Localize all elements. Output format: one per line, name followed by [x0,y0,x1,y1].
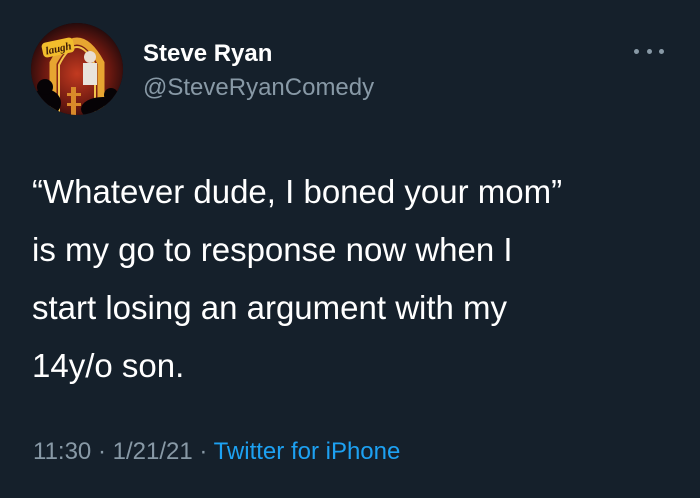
tweet-line: 14y/o son. [32,347,185,384]
author-handle[interactable]: @SteveRyanComedy [143,74,374,102]
meta-separator: · [192,438,214,465]
meta-separator: · [91,438,113,465]
tweet-meta: 11:30 · 1/21/21 · Twitter for iPhone [33,437,400,467]
avatar[interactable]: laugh [31,23,123,115]
tweet-source-link[interactable]: Twitter for iPhone [214,438,401,465]
tweet-line: is my go to response now when I [32,231,513,268]
dot [634,48,639,54]
tweet-line: “Whatever dude, I boned your mom” [32,173,563,210]
tweet-text: “Whatever dude, I boned your mom” is my … [32,163,672,395]
ellipsis-icon[interactable] [634,41,664,61]
dot [659,48,664,54]
tweet-time[interactable]: 11:30 [33,438,91,465]
avatar-photo: laugh [31,23,123,115]
dot [646,48,652,54]
tweet-line: start losing an argument with my [32,289,508,326]
author-name[interactable]: Steve Ryan [143,40,272,68]
tweet-date[interactable]: 1/21/21 [113,438,193,465]
